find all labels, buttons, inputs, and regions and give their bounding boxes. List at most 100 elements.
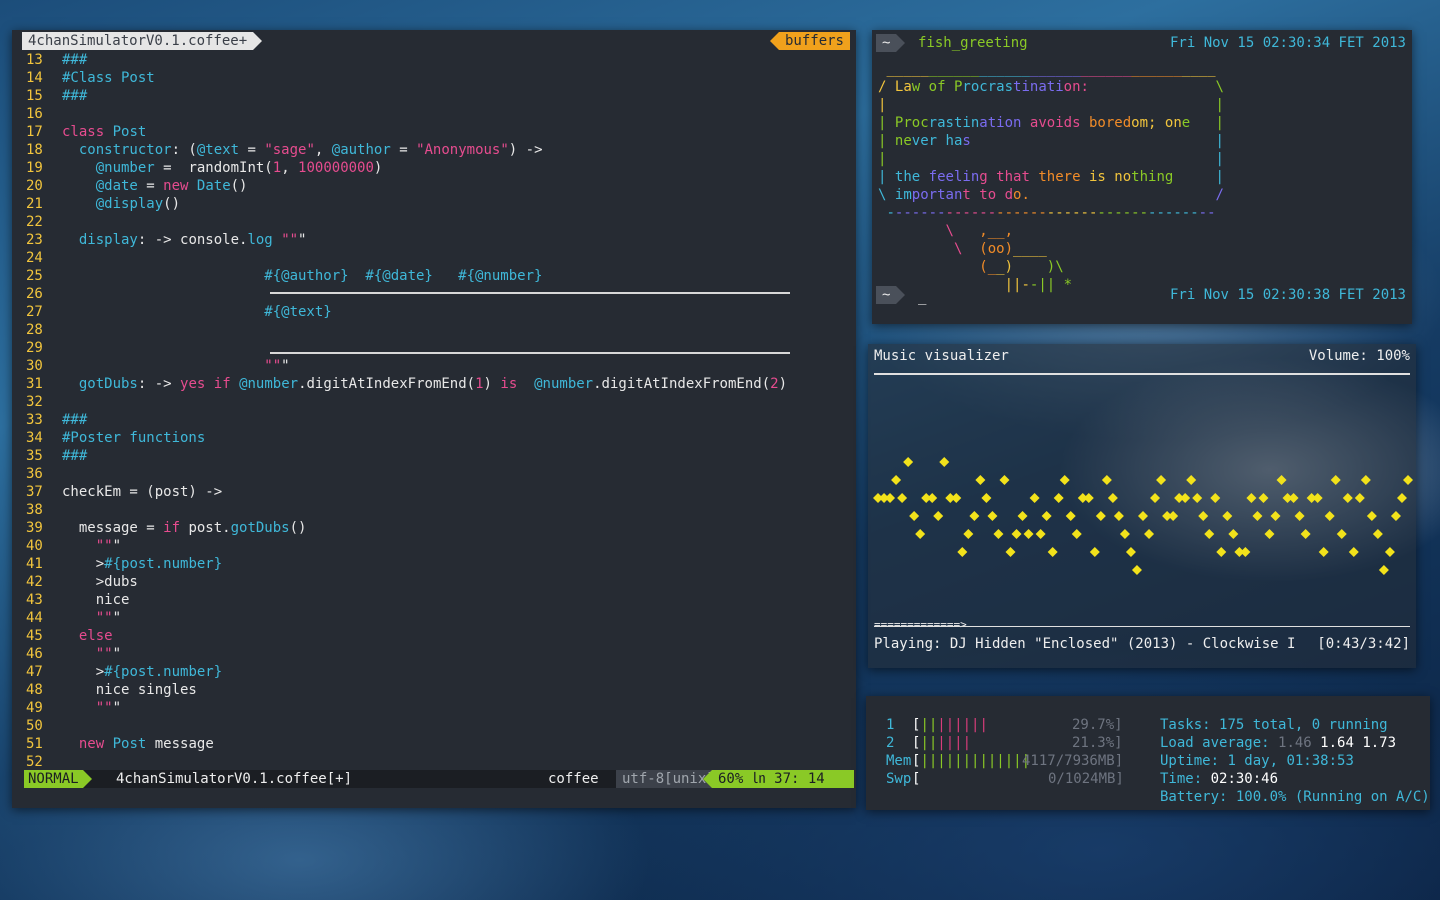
music-visualizer-window[interactable]: Music visualizer Volume: 100% ==========… xyxy=(868,344,1416,668)
code-line[interactable]: 47 >#{post.number} xyxy=(26,663,856,681)
code-line[interactable]: 39 message = if post.gotDubs() xyxy=(26,519,856,537)
code-line[interactable]: 38 xyxy=(26,501,856,519)
line-number: 18 xyxy=(26,142,43,158)
code-line[interactable]: 43 nice xyxy=(26,591,856,609)
line-text: display: -> console.log """ xyxy=(78,232,307,248)
code-line[interactable]: 41 >#{post.number} xyxy=(26,555,856,573)
code-line[interactable]: 14 #Class Post xyxy=(26,69,856,87)
prompt-command: fish_greeting xyxy=(918,35,1028,51)
code-line[interactable]: 32 xyxy=(26,393,856,411)
cow-line: \ ,__, xyxy=(945,223,1014,239)
now-playing: Playing: DJ Hidden "Enclosed" (2013) - C… xyxy=(874,636,1296,652)
code-line[interactable]: 20 @date = new Date() xyxy=(26,177,856,195)
line-number: 50 xyxy=(26,718,43,734)
cow-line: \ (oo)____ xyxy=(953,241,1047,257)
line-number: 22 xyxy=(26,214,43,230)
viz-point xyxy=(1168,511,1179,521)
divider xyxy=(874,626,1410,627)
code-line[interactable]: 45 else xyxy=(26,627,856,645)
htop-window[interactable]: 1 [|||||||| 29.7%] 2 [|||||| 21.3%] Mem … xyxy=(866,696,1430,810)
code-line[interactable]: 31 gotDubs: -> yes if @number.digitAtInd… xyxy=(26,375,856,393)
separator-line xyxy=(270,292,790,294)
line-number: 49 xyxy=(26,700,43,716)
code-line[interactable]: 22 xyxy=(26,213,856,231)
line-number: 38 xyxy=(26,502,43,518)
code-line[interactable]: 25 #{@author} #{@date} #{@number} xyxy=(26,267,856,285)
viz-point xyxy=(1378,565,1389,575)
viz-point xyxy=(1294,511,1305,521)
code-line[interactable]: 19 @number = randomInt(1, 100000000) xyxy=(26,159,856,177)
status-filetype: coffee xyxy=(548,771,599,787)
track-progress[interactable]: =============> xyxy=(874,618,967,631)
line-number: 17 xyxy=(26,124,43,140)
code-line[interactable]: 42 >dubs xyxy=(26,573,856,591)
line-number: 27 xyxy=(26,304,43,320)
code-line[interactable]: 49 """ xyxy=(26,699,856,717)
line-number: 44 xyxy=(26,610,43,626)
code-line[interactable]: 16 xyxy=(26,105,856,123)
uptime-line: Uptime: 1 day, 01:38:53 xyxy=(1160,753,1354,769)
code-line[interactable]: 27 #{@text} xyxy=(26,303,856,321)
code-line[interactable]: 29 xyxy=(26,339,856,357)
code-line[interactable]: 50 xyxy=(26,717,856,735)
code-line[interactable]: 34 #Poster functions xyxy=(26,429,856,447)
line-number: 46 xyxy=(26,646,43,662)
code-line[interactable]: 13 ### xyxy=(26,51,856,69)
viz-point xyxy=(1017,511,1028,521)
cow-line: | | xyxy=(878,151,1224,167)
line-text: constructor: (@text = "sage", @author = … xyxy=(78,142,543,158)
code-line[interactable]: 52 xyxy=(26,753,856,771)
code-line[interactable]: 46 """ xyxy=(26,645,856,663)
viz-point xyxy=(1288,493,1299,503)
code-line[interactable]: 51 new Post message xyxy=(26,735,856,753)
prompt-home: ~ xyxy=(876,286,907,304)
viz-point xyxy=(1071,529,1082,539)
code-line[interactable]: 23 display: -> console.log """ xyxy=(26,231,856,249)
viz-point xyxy=(1300,529,1311,539)
line-number: 26 xyxy=(26,286,43,302)
viz-point xyxy=(1119,529,1130,539)
code-line[interactable]: 40 """ xyxy=(26,537,856,555)
code-line[interactable]: 35 ### xyxy=(26,447,856,465)
viz-point xyxy=(1276,475,1287,485)
code-line[interactable]: 18 constructor: (@text = "sage", @author… xyxy=(26,141,856,159)
viz-point xyxy=(1192,493,1203,503)
viz-point xyxy=(1403,475,1413,485)
code-line[interactable]: 21 @display() xyxy=(26,195,856,213)
line-number: 47 xyxy=(26,664,43,680)
code-line[interactable]: 24 xyxy=(26,249,856,267)
code-line[interactable]: 26 xyxy=(26,285,856,303)
code-line[interactable]: 36 xyxy=(26,465,856,483)
line-text: nice xyxy=(62,592,130,608)
swp-label: Swp xyxy=(886,771,912,787)
code-line[interactable]: 15 ### xyxy=(26,87,856,105)
line-text: """ xyxy=(95,538,122,554)
line-text: message = if post.gotDubs() xyxy=(62,520,307,536)
line-text: ### xyxy=(62,448,88,464)
code-line[interactable]: 44 """ xyxy=(26,609,856,627)
line-number: 16 xyxy=(26,106,43,122)
line-text: >dubs xyxy=(62,574,138,590)
code-line[interactable]: 17 class Post xyxy=(26,123,856,141)
fish-terminal-window[interactable]: ~ fish_greeting Fri Nov 15 02:30:34 FET … xyxy=(872,30,1412,324)
viz-point xyxy=(1246,493,1257,503)
code-line[interactable]: 33 ### xyxy=(26,411,856,429)
tab-active-file[interactable]: 4chanSimulatorV0.1.coffee+ xyxy=(22,32,263,50)
viz-point xyxy=(969,511,980,521)
code-line[interactable]: 37 checkEm = (post) -> xyxy=(26,483,856,501)
line-text: #Class Post xyxy=(62,70,155,86)
viz-point xyxy=(1138,511,1148,521)
code-line[interactable]: 28 xyxy=(26,321,856,339)
viz-point xyxy=(987,511,998,521)
viz-point xyxy=(981,493,992,503)
viz-point xyxy=(1240,547,1251,557)
cursor[interactable]: _ xyxy=(918,288,926,306)
code-area[interactable]: 13 ### 14 #Class Post 15 ### 16 17 class Post 18 … xyxy=(26,51,856,771)
tab-buffers[interactable]: buffers xyxy=(769,32,850,50)
viz-point xyxy=(1348,547,1359,557)
viz-point xyxy=(1198,511,1209,521)
code-line[interactable]: 30 """ xyxy=(26,357,856,375)
vim-editor-window[interactable]: 4chanSimulatorV0.1.coffee+ buffers 13 ###… xyxy=(12,30,856,808)
line-number: 23 xyxy=(26,232,43,248)
code-line[interactable]: 48 nice singles xyxy=(26,681,856,699)
